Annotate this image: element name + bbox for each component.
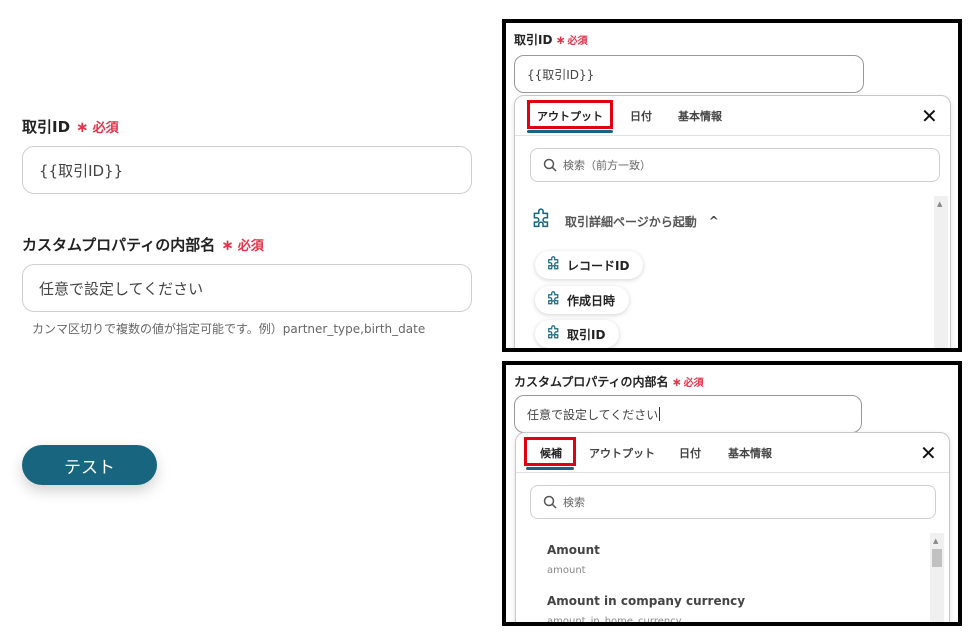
required-star: ∗ (221, 235, 234, 254)
chip-label: 取引ID (567, 327, 606, 342)
chip-label: 作成日時 (567, 293, 616, 308)
required-star: ∗ (671, 374, 682, 389)
custom-property-placeholder: 任意で設定してください (39, 279, 204, 298)
panel-deal-id-input[interactable]: {{取引ID}} (514, 55, 864, 93)
puzzle-icon (548, 325, 559, 339)
search-icon (543, 495, 557, 509)
chip-label: レコードID (567, 258, 630, 273)
search-placeholder: 検索（前方一致） (563, 159, 651, 172)
candidate-dropdown: 候補 アウトプット 日付 基本情報 ✕ 検索 Amount amount Amo… (515, 432, 950, 626)
group-title: 取引詳細ページから起動 (565, 214, 697, 229)
scroll-up-icon[interactable]: ▲ (937, 200, 942, 208)
panel-deal-id-value: {{取引ID}} (527, 67, 595, 82)
panel-custom-property-popup: カスタムプロパティの内部名 ∗ 必須 任意で設定してください 候補 アウトプット… (502, 361, 962, 626)
required-text: 必須 (92, 121, 119, 136)
candidate-title[interactable]: Amount (547, 543, 600, 557)
panel-deal-id-popup: 取引ID ∗ 必須 {{取引ID}} アウトプット 日付 基本情報 ✕ 検索（前… (502, 19, 962, 352)
puzzle-icon (548, 256, 559, 270)
text-cursor (659, 407, 661, 421)
panel-field-label-text: 取引ID (514, 33, 553, 47)
field-label-text: カスタムプロパティの内部名 (22, 236, 216, 254)
panel-custom-property-input[interactable]: 任意で設定してください (514, 395, 862, 433)
required-text: 必須 (683, 378, 704, 389)
close-icon[interactable]: ✕ (920, 443, 937, 463)
variable-dropdown: アウトプット 日付 基本情報 ✕ 検索（前方一致） 取引詳細ページから起動 ^ … (514, 95, 951, 348)
search-placeholder: 検索 (563, 496, 585, 509)
tab-output[interactable]: アウトプット (589, 445, 655, 461)
custom-property-input[interactable]: 任意で設定してください (22, 264, 472, 312)
tab-basic-info[interactable]: 基本情報 (678, 108, 722, 124)
field-label-custom-property: カスタムプロパティの内部名 ∗ 必須 (22, 234, 264, 255)
panel-custom-property-value: 任意で設定してください (527, 407, 659, 422)
variable-chip[interactable]: 取引ID (535, 320, 620, 348)
dropdown-tabs: アウトプット 日付 基本情報 ✕ (515, 96, 950, 136)
search-input[interactable]: 検索（前方一致） (530, 148, 940, 182)
tab-date[interactable]: 日付 (679, 445, 701, 461)
scrollbar-thumb[interactable] (932, 549, 942, 567)
required-text: 必須 (237, 239, 264, 254)
candidate-title[interactable]: Amount in company currency (547, 594, 745, 608)
dropdown-tabs: 候補 アウトプット 日付 基本情報 ✕ (516, 433, 949, 473)
active-tab-indicator (527, 130, 613, 133)
tab-date[interactable]: 日付 (630, 108, 652, 124)
puzzle-icon (533, 208, 549, 228)
variable-chip[interactable]: 作成日時 (535, 286, 630, 314)
deal-id-input[interactable]: {{取引ID}} (22, 146, 472, 194)
puzzle-icon (548, 291, 559, 305)
required-star: ∗ (76, 117, 89, 136)
highlight-box (524, 437, 576, 466)
group-header[interactable]: 取引詳細ページから起動 ^ (529, 208, 719, 234)
search-icon (543, 158, 557, 172)
panel-field-label: カスタムプロパティの内部名 ∗ 必須 (514, 373, 704, 390)
candidate-subtitle: amount (547, 565, 586, 576)
test-button[interactable]: テスト (22, 445, 157, 485)
scroll-up-icon[interactable]: ▲ (933, 537, 938, 545)
close-icon[interactable]: ✕ (921, 106, 938, 126)
scrollbar[interactable]: ▲ (930, 533, 944, 622)
active-tab-indicator (526, 467, 574, 470)
deal-id-value: {{取引ID}} (39, 161, 124, 180)
scrollbar[interactable]: ▲ (934, 196, 948, 348)
panel-field-label-text: カスタムプロパティの内部名 (514, 375, 669, 389)
required-text: 必須 (567, 36, 588, 47)
search-input[interactable]: 検索 (530, 485, 936, 519)
tab-basic-info[interactable]: 基本情報 (728, 445, 772, 461)
field-hint: カンマ区切りで複数の値が指定可能です。例）partner_type,birth_… (32, 322, 426, 336)
required-star: ∗ (555, 32, 566, 47)
chevron-up-icon: ^ (708, 214, 719, 228)
variable-chip[interactable]: レコードID (535, 251, 644, 279)
highlight-box (527, 100, 613, 129)
field-label-deal-id: 取引ID ∗ 必須 (22, 116, 119, 137)
page: 取引ID ∗ 必須 {{取引ID}} カスタムプロパティの内部名 ∗ 必須 任意… (0, 0, 975, 644)
field-label-text: 取引ID (22, 118, 71, 136)
candidate-subtitle: amount_in_home_currency (547, 616, 682, 626)
panel-field-label: 取引ID ∗ 必須 (514, 31, 588, 48)
